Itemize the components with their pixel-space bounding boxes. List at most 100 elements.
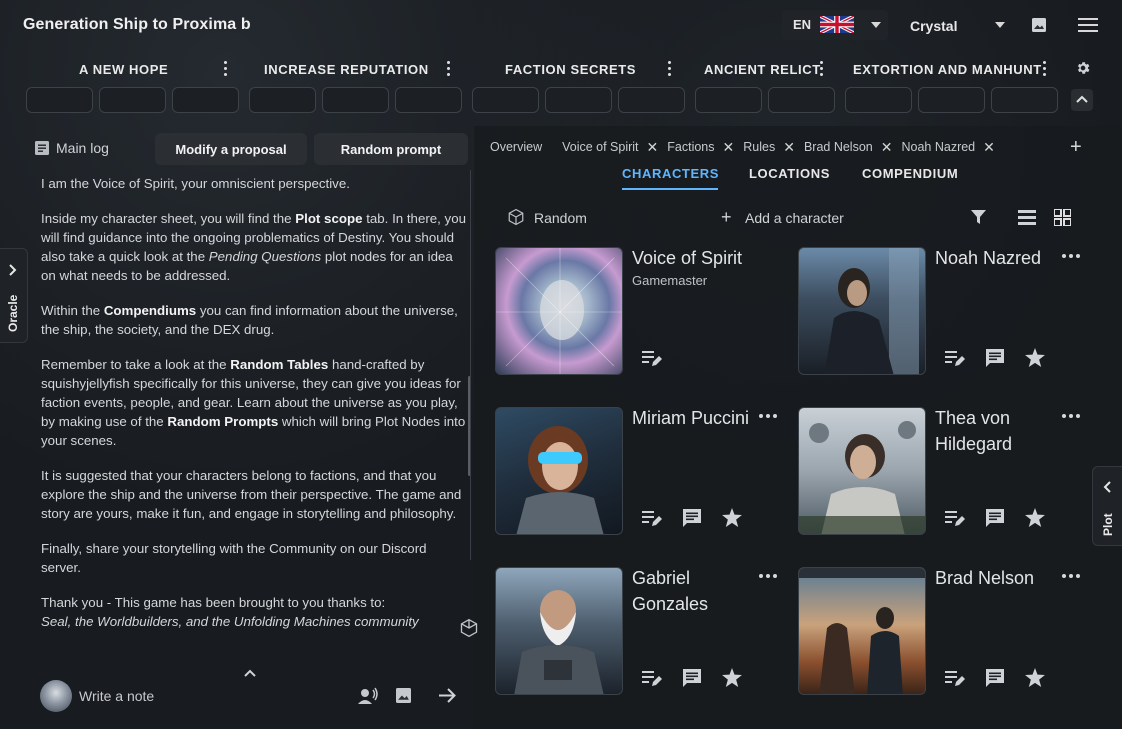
tab-locations[interactable]: LOCATIONS [749,166,830,181]
add-icon[interactable]: + [721,207,732,228]
chevron-up-icon[interactable] [243,668,257,678]
close-icon[interactable]: ✕ [647,139,659,156]
thread-slot[interactable] [395,87,462,113]
more-options-icon[interactable] [1062,254,1080,258]
add-tab-icon[interactable]: + [1070,136,1082,159]
panel-divider[interactable] [470,170,471,560]
tab-characters[interactable]: CHARACTERS [622,166,719,181]
thread-ancient-relict[interactable]: ANCIENT RELICT [704,62,821,77]
edit-notes-icon[interactable] [945,670,965,687]
close-icon[interactable]: ✕ [783,139,795,156]
document-tabs: Overview Voice of Spirit ✕ Factions ✕ Rule… [490,138,1004,156]
character-name[interactable]: Brad Nelson [935,565,1034,591]
image-icon[interactable] [1032,18,1046,32]
grid-view-icon[interactable] [1054,209,1071,226]
random-prompt-button[interactable]: Random prompt [314,133,468,165]
edit-notes-icon[interactable] [642,670,662,687]
app-title: Generation Ship to Proxima b [23,16,251,33]
character-portrait[interactable] [495,407,623,535]
thread-increase-reputation[interactable]: INCREASE REPUTATION [264,62,429,77]
thread-slot[interactable] [26,87,93,113]
thread-menu-icon[interactable] [223,61,227,77]
more-options-icon[interactable] [759,574,777,578]
add-character-button[interactable]: Add a character [745,210,844,226]
thread-slot[interactable] [845,87,912,113]
image-icon[interactable] [396,688,411,703]
thread-slot[interactable] [991,87,1058,113]
thread-slot[interactable] [99,87,166,113]
tab-noah-nazred[interactable]: Noah Nazred ✕ [901,139,994,156]
thread-menu-icon[interactable] [667,61,671,77]
character-name[interactable]: Noah Nazred [935,245,1041,271]
thread-slot[interactable] [472,87,539,113]
chat-icon[interactable] [682,668,702,688]
tab-factions[interactable]: Factions ✕ [667,139,734,156]
character-portrait[interactable] [798,407,926,535]
thread-slot[interactable] [249,87,316,113]
user-chevron-down-icon[interactable] [995,22,1005,28]
close-icon[interactable]: ✕ [723,139,735,156]
thread-slot[interactable] [172,87,239,113]
thread-slot[interactable] [322,87,389,113]
character-name[interactable]: Gabriel Gonzales [632,565,752,617]
edit-notes-icon[interactable] [945,510,965,527]
thread-slot[interactable] [768,87,835,113]
voice-icon[interactable] [358,687,378,705]
thread-slot[interactable] [695,87,762,113]
chat-icon[interactable] [985,348,1005,368]
thread-a-new-hope[interactable]: A NEW HOPE [79,62,168,77]
thread-slot[interactable] [918,87,985,113]
close-icon[interactable]: ✕ [881,139,893,156]
more-options-icon[interactable] [759,414,777,418]
tab-brad-nelson[interactable]: Brad Nelson ✕ [804,139,893,156]
collapse-threads-button[interactable] [1071,89,1093,111]
gear-icon[interactable] [1075,60,1091,76]
note-input[interactable]: Write a note [79,688,154,704]
star-icon[interactable] [1025,348,1045,367]
thread-slot[interactable] [545,87,612,113]
tab-voice-of-spirit[interactable]: Voice of Spirit ✕ [562,139,658,156]
list-view-icon[interactable] [1018,210,1036,225]
thread-extortion-and-manhunt[interactable]: EXTORTION AND MANHUNT [853,62,1042,77]
star-icon[interactable] [722,668,742,687]
star-icon[interactable] [722,508,742,527]
chat-icon[interactable] [985,668,1005,688]
hamburger-menu-icon[interactable] [1078,18,1098,32]
modify-proposal-button[interactable]: Modify a proposal [155,133,307,165]
tab-rules[interactable]: Rules ✕ [743,139,795,156]
log-paragraph: Inside my character sheet, you will find… [41,211,466,283]
star-icon[interactable] [1025,668,1045,687]
close-icon[interactable]: ✕ [983,139,995,156]
chat-icon[interactable] [985,508,1005,528]
more-options-icon[interactable] [1062,574,1080,578]
thread-slot[interactable] [618,87,685,113]
character-portrait[interactable] [798,247,926,375]
edit-notes-icon[interactable] [642,350,662,367]
character-portrait[interactable] [495,567,623,695]
edit-notes-icon[interactable] [642,510,662,527]
character-name[interactable]: Miriam Puccini [632,405,752,431]
thread-faction-secrets[interactable]: FACTION SECRETS [505,62,636,77]
thread-menu-icon[interactable] [1042,61,1046,77]
character-portrait[interactable] [495,247,623,375]
tab-overview[interactable]: Overview [490,140,542,154]
random-character-button[interactable]: Random [534,210,587,226]
thread-menu-icon[interactable] [446,61,450,77]
more-options-icon[interactable] [1062,414,1080,418]
edit-notes-icon[interactable] [945,350,965,367]
character-name[interactable]: Thea von Hildegard [935,405,1055,457]
main-log-tab[interactable]: Main log [35,140,109,156]
tab-compendium[interactable]: COMPENDIUM [862,166,958,181]
thread-menu-icon[interactable] [819,61,823,77]
filter-icon[interactable] [971,210,986,225]
chat-icon[interactable] [682,508,702,528]
log-content: I am the Voice of Spirit, your omniscien… [41,174,466,652]
star-icon[interactable] [1025,508,1045,527]
character-name[interactable]: Voice of Spirit [632,245,742,271]
cube-icon[interactable] [507,208,525,226]
log-paragraph: Remember to take a look at the Random Ta… [41,357,466,448]
language-chevron-down-icon[interactable] [871,22,881,28]
send-arrow-icon[interactable] [438,687,456,704]
character-portrait[interactable] [798,567,926,695]
dice-icon[interactable] [459,618,479,638]
